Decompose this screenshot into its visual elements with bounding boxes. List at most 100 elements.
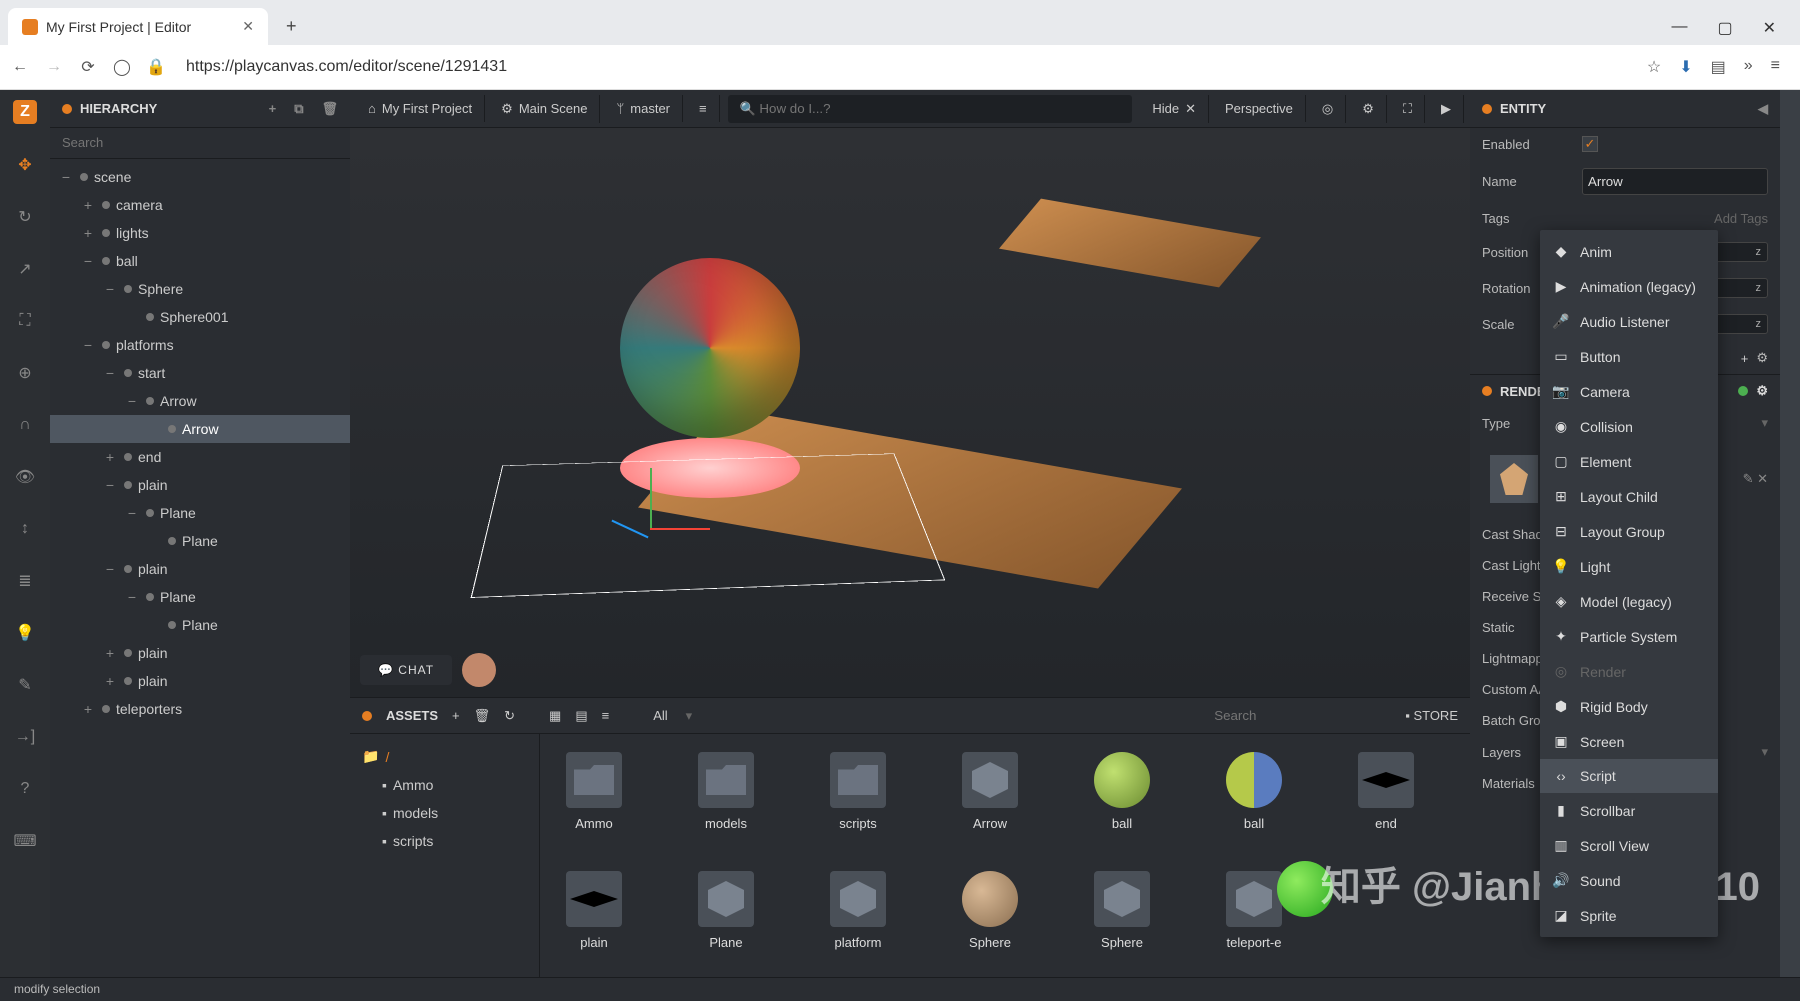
url-field[interactable]: https://playcanvas.com/editor/scene/1291… xyxy=(180,58,1633,76)
window-minimize-icon[interactable]: — xyxy=(1671,18,1687,38)
tree-item[interactable]: −Arrow xyxy=(50,387,350,415)
tree-item[interactable]: −Plane xyxy=(50,583,350,611)
menu-item-particle-system[interactable]: ✦Particle System xyxy=(1540,619,1718,654)
tree-item[interactable]: +camera xyxy=(50,191,350,219)
menu-item-model-legacy-[interactable]: ◈Model (legacy) xyxy=(1540,584,1718,619)
menu-icon[interactable]: ≡ xyxy=(1771,57,1780,77)
hierarchy-search-input[interactable] xyxy=(62,135,338,150)
render-settings-icon[interactable]: ⚙ xyxy=(1756,383,1768,399)
menu-item-light[interactable]: 💡Light xyxy=(1540,549,1718,584)
asset-item[interactable]: plain xyxy=(558,871,630,950)
tree-item[interactable]: −scene xyxy=(50,163,350,191)
asset-item[interactable]: Plane xyxy=(690,871,762,950)
settings-icon[interactable]: ⚙ xyxy=(1350,95,1387,123)
type-dropdown[interactable]: ▾ xyxy=(1761,415,1768,431)
visibility-icon[interactable]: 👁 xyxy=(14,466,36,488)
list-icon[interactable]: ≡ xyxy=(687,95,720,122)
tree-toggle-icon[interactable]: − xyxy=(102,365,118,381)
delete-asset-icon[interactable]: 🗑 xyxy=(474,708,491,724)
tree-item[interactable]: −plain xyxy=(50,471,350,499)
tree-item[interactable]: −Sphere xyxy=(50,275,350,303)
tree-toggle-icon[interactable]: − xyxy=(124,589,140,605)
refresh-button[interactable]: ⟳ xyxy=(78,57,98,77)
add-asset-icon[interactable]: + xyxy=(452,708,460,723)
tree-toggle-icon[interactable]: + xyxy=(80,197,96,213)
focus-icon[interactable]: ↕ xyxy=(14,518,36,540)
menu-item-anim[interactable]: ◆Anim xyxy=(1540,234,1718,269)
asset-item[interactable]: scripts xyxy=(822,752,894,831)
gizmo-y-axis[interactable] xyxy=(650,468,652,528)
menu-item-element[interactable]: ▢Element xyxy=(1540,444,1718,479)
menu-item-button[interactable]: ▭Button xyxy=(1540,339,1718,374)
list-view-icon[interactable]: ≡ xyxy=(602,708,610,723)
move-tool-icon[interactable]: ✥ xyxy=(14,154,36,176)
snap-tool-icon[interactable]: ∩ xyxy=(14,414,36,436)
assets-folder-item[interactable]: ▪ models xyxy=(358,799,531,827)
tree-toggle-icon[interactable]: − xyxy=(58,169,74,185)
add-entity-icon[interactable]: + xyxy=(269,101,277,117)
menu-item-sprite[interactable]: ◪Sprite xyxy=(1540,898,1718,933)
help-icon[interactable]: ? xyxy=(14,778,36,800)
hierarchy-tree[interactable]: −scene+camera+lights−ball−SphereSphere00… xyxy=(50,159,350,977)
new-tab-button[interactable]: + xyxy=(278,8,305,45)
tab-close-icon[interactable]: ✕ xyxy=(242,18,254,35)
add-component-menu[interactable]: ◆Anim▶Animation (legacy)🎤Audio Listener▭… xyxy=(1540,230,1718,937)
rotate-tool-icon[interactable]: ↻ xyxy=(14,206,36,228)
asset-item[interactable]: Ammo xyxy=(558,752,630,831)
hide-button[interactable]: Hide✕ xyxy=(1140,95,1209,123)
asset-item[interactable]: end xyxy=(1350,752,1422,831)
filter-dropdown[interactable]: All xyxy=(653,708,667,723)
world-tool-icon[interactable]: ⊕ xyxy=(14,362,36,384)
tree-item[interactable]: Sphere001 xyxy=(50,303,350,331)
chat-button[interactable]: 💬 CHAT xyxy=(360,655,452,685)
tree-item[interactable]: −Plane xyxy=(50,499,350,527)
camera-icon[interactable]: ◎ xyxy=(1310,95,1346,123)
mesh-preview[interactable] xyxy=(1490,455,1538,503)
tree-item[interactable]: +lights xyxy=(50,219,350,247)
tree-toggle-icon[interactable]: + xyxy=(80,701,96,717)
tree-item[interactable]: +teleporters xyxy=(50,695,350,723)
add-tags-button[interactable]: Add Tags xyxy=(1582,211,1768,226)
component-settings-icon[interactable]: ⚙ xyxy=(1756,350,1768,366)
play-button[interactable]: ▶ xyxy=(1429,95,1464,123)
asset-item[interactable]: Sphere xyxy=(954,871,1026,950)
assets-folder-tree[interactable]: 📁 / ▪ Ammo▪ models▪ scripts xyxy=(350,734,540,977)
import-icon[interactable]: →] xyxy=(14,726,36,748)
menu-item-sound[interactable]: 🔊Sound xyxy=(1540,863,1718,898)
asset-item[interactable]: ball xyxy=(1086,752,1158,831)
tree-toggle-icon[interactable]: + xyxy=(80,225,96,241)
back-button[interactable]: ← xyxy=(10,57,30,77)
grid-small-icon[interactable]: ▤ xyxy=(575,708,587,724)
tree-item[interactable]: Plane xyxy=(50,527,350,555)
menu-item-layout-group[interactable]: ⊟Layout Group xyxy=(1540,514,1718,549)
layers-dropdown[interactable]: ▾ xyxy=(1761,744,1768,760)
tree-toggle-icon[interactable]: − xyxy=(102,477,118,493)
tree-item[interactable]: +end xyxy=(50,443,350,471)
tree-toggle-icon[interactable]: + xyxy=(102,645,118,661)
menu-item-layout-child[interactable]: ⊞Layout Child xyxy=(1540,479,1718,514)
inspector-scrollbar[interactable] xyxy=(1780,90,1800,977)
tree-toggle-icon[interactable]: − xyxy=(102,281,118,297)
asset-item[interactable]: models xyxy=(690,752,762,831)
window-maximize-icon[interactable]: ▢ xyxy=(1717,18,1732,38)
gizmo-x-axis[interactable] xyxy=(650,528,710,530)
tree-item[interactable]: −start xyxy=(50,359,350,387)
light-icon[interactable]: 💡 xyxy=(14,622,36,644)
snap2-icon[interactable]: ≣ xyxy=(14,570,36,592)
tree-toggle-icon[interactable]: − xyxy=(102,561,118,577)
entity-name-input[interactable] xyxy=(1582,168,1768,195)
tree-toggle-icon[interactable]: − xyxy=(124,505,140,521)
menu-item-animation-legacy-[interactable]: ▶Animation (legacy) xyxy=(1540,269,1718,304)
tree-item[interactable]: +plain xyxy=(50,667,350,695)
edit-icon[interactable]: ✎ xyxy=(14,674,36,696)
menu-item-audio-listener[interactable]: 🎤Audio Listener xyxy=(1540,304,1718,339)
keyboard-icon[interactable]: ⌨ xyxy=(14,830,36,852)
tree-toggle-icon[interactable]: + xyxy=(102,449,118,465)
asset-item[interactable]: Sphere xyxy=(1086,871,1158,950)
bookmark-icon[interactable]: ☆ xyxy=(1647,57,1661,77)
menu-item-collision[interactable]: ◉Collision xyxy=(1540,409,1718,444)
menu-item-screen[interactable]: ▣Screen xyxy=(1540,724,1718,759)
menu-item-scrollbar[interactable]: ▮Scrollbar xyxy=(1540,793,1718,828)
add-component-icon[interactable]: + xyxy=(1741,351,1749,366)
app-logo[interactable]: Z xyxy=(13,100,37,124)
